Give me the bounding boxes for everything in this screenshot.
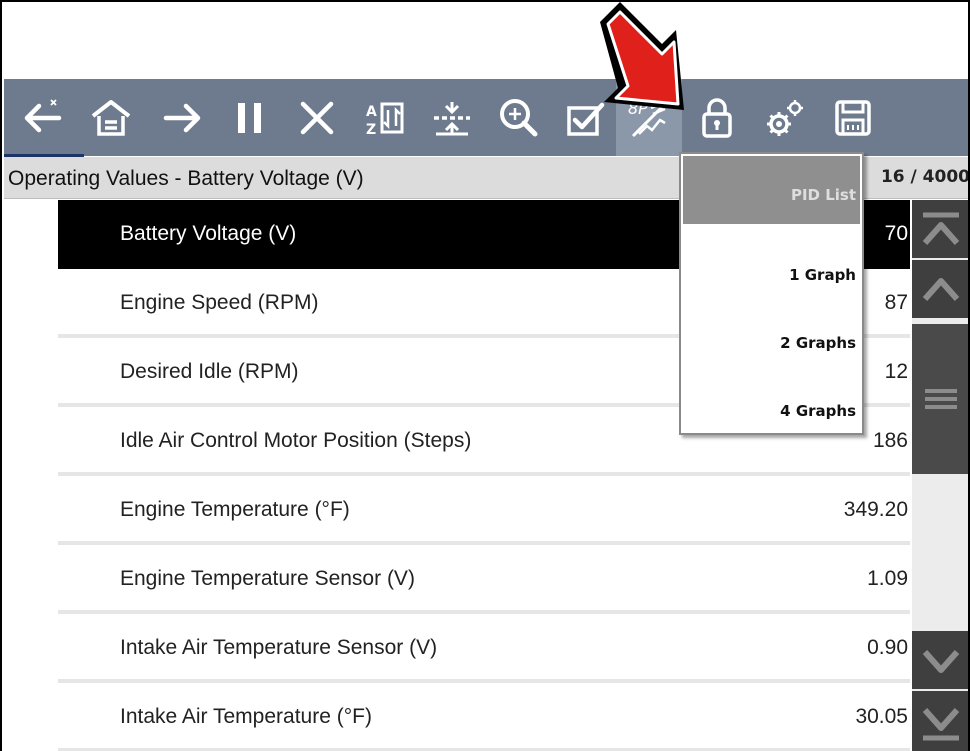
pid-value: 70 [884, 222, 908, 245]
back-icon [24, 98, 62, 132]
pid-name: Desired Idle (RPM) [120, 360, 299, 383]
chevron-down-icon [922, 650, 960, 673]
pid-value: 30.05 [855, 705, 908, 728]
pid-value: 87 [884, 291, 908, 314]
scroll-to-top-icon [922, 212, 960, 245]
pause-button[interactable] [217, 79, 283, 156]
sort-icon: AZ [366, 102, 404, 138]
pid-value: 349.20 [843, 498, 908, 521]
pid-name: Intake Air Temperature (°F) [120, 705, 372, 728]
pid-row-intake-air-temp-sensor[interactable]: Intake Air Temperature Sensor (V) 0.90 [58, 614, 910, 683]
pause-icon [238, 102, 261, 133]
pid-name: Intake Air Temperature Sensor (V) [120, 636, 438, 659]
clear-button[interactable] [284, 79, 350, 156]
home-icon [91, 99, 131, 136]
save-icon [835, 99, 871, 136]
collapse-button[interactable] [419, 79, 485, 156]
svg-text:8P: 8P [628, 99, 648, 118]
pid-name: Engine Temperature (°F) [120, 498, 350, 521]
zoom-button[interactable] [486, 79, 552, 156]
close-icon [300, 101, 334, 134]
graph-view-icon: 8P [628, 99, 669, 137]
scroll-top-button[interactable] [912, 200, 968, 258]
svg-text:Z: Z [366, 122, 376, 138]
chevron-up-icon [922, 278, 960, 301]
lock-button[interactable] [684, 79, 750, 156]
menu-item-2-graphs[interactable]: 2 Graphs [683, 292, 860, 360]
home-button[interactable] [78, 79, 144, 156]
pid-row-engine-temperature[interactable]: Engine Temperature (°F) 349.20 [58, 476, 910, 545]
record-counter: 16 / 4000 [880, 167, 970, 187]
forward-icon [163, 103, 201, 132]
pid-name: Engine Speed (RPM) [120, 291, 319, 314]
menu-item-1-graph[interactable]: 1 Graph [683, 224, 860, 292]
pid-row-intake-air-temperature[interactable]: Intake Air Temperature (°F) 30.05 [58, 683, 910, 751]
settings-icon [767, 99, 803, 136]
grip-icon [925, 389, 957, 409]
menu-item-4-graphs[interactable]: 4 Graphs [683, 360, 860, 428]
save-button[interactable] [820, 79, 886, 156]
app-window: AZ 8P Operating Values - Battery Voltage… [0, 0, 970, 751]
checklist-icon [567, 102, 605, 136]
back-button[interactable] [10, 79, 76, 156]
menu-item-pid-list[interactable]: PID List [683, 156, 860, 224]
pid-value: 12 [884, 360, 908, 383]
forward-button[interactable] [149, 79, 215, 156]
svg-text:A: A [366, 104, 377, 120]
graph-view-button[interactable]: 8P [616, 79, 682, 156]
pid-value: 1.09 [867, 567, 908, 590]
collapse-icon [434, 101, 470, 135]
scroll-bottom-button[interactable] [912, 691, 968, 751]
scrollbar[interactable] [912, 200, 968, 751]
scroll-down-button[interactable] [912, 631, 968, 689]
page-title: Operating Values - Battery Voltage (V) [8, 167, 364, 190]
pid-name: Battery Voltage (V) [120, 222, 297, 245]
settings-button[interactable] [752, 79, 818, 156]
sort-button[interactable]: AZ [351, 79, 417, 156]
toolbar: AZ 8P [4, 79, 968, 156]
pid-value: 0.90 [867, 636, 908, 659]
pid-row-engine-temp-sensor[interactable]: Engine Temperature Sensor (V) 1.09 [58, 545, 910, 614]
lock-icon [702, 97, 732, 138]
pid-name: Idle Air Control Motor Position (Steps) [120, 429, 472, 452]
scroll-thumb[interactable] [912, 324, 968, 474]
zoom-icon [500, 98, 538, 136]
graph-view-menu: PID List 1 Graph 2 Graphs 4 Graphs [679, 152, 864, 435]
pid-name: Engine Temperature Sensor (V) [120, 567, 415, 590]
scroll-to-bottom-icon [922, 708, 960, 741]
select-button[interactable] [552, 79, 618, 156]
pid-value: 186 [872, 429, 908, 452]
scroll-up-button[interactable] [912, 260, 968, 318]
